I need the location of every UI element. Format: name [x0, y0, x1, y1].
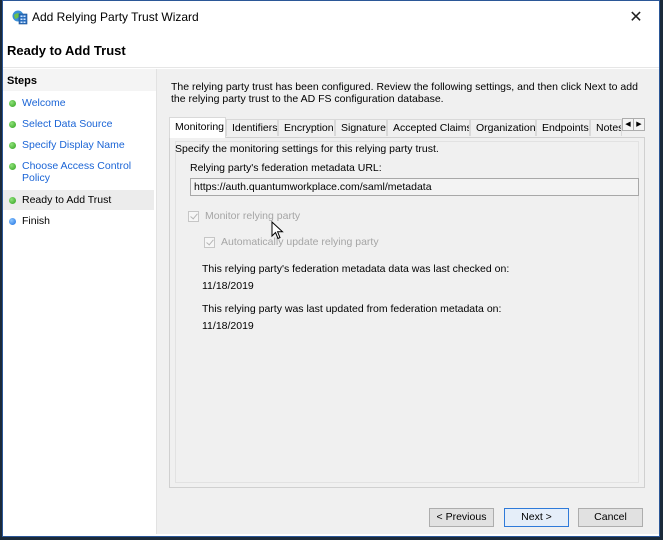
monitoring-description: Specify the monitoring settings for this… — [175, 143, 439, 155]
content-pane: The relying party trust has been configu… — [157, 69, 659, 534]
step-specify-display-name[interactable]: Specify Display Name — [3, 139, 154, 151]
last-updated-value: 11/18/2019 — [202, 320, 254, 332]
metadata-url-label: Relying party's federation metadata URL: — [190, 162, 382, 174]
tab-strip: Monitoring Identifiers Encryption Signat… — [169, 117, 645, 138]
checkbox-checked-icon — [204, 236, 215, 248]
previous-button[interactable]: < Previous — [429, 508, 494, 527]
arrow-right-icon: ▶ — [636, 121, 642, 128]
tab-monitoring[interactable]: Monitoring — [169, 117, 226, 138]
window-title: Add Relying Party Trust Wizard — [32, 10, 199, 24]
auto-update-label: Automatically update relying party — [221, 236, 379, 248]
tab-encryption[interactable]: Encryption — [278, 119, 335, 136]
step-choose-access-control-policy[interactable]: Choose Access Control Policy — [3, 160, 154, 184]
header-divider — [3, 67, 659, 68]
step-welcome[interactable]: Welcome — [3, 97, 154, 109]
tab-scroll-right-button[interactable]: ▶ — [633, 118, 645, 131]
settings-tabs: Monitoring Identifiers Encryption Signat… — [169, 117, 645, 488]
step-finish[interactable]: Finish — [3, 215, 154, 227]
step-label: Select Data Source — [22, 118, 113, 130]
adfs-app-icon — [12, 10, 28, 25]
metadata-url-field[interactable]: https://auth.quantumworkplace.com/saml/m… — [190, 178, 639, 196]
step-label: Choose Access Control Policy — [22, 160, 132, 184]
tab-identifiers[interactable]: Identifiers — [226, 119, 278, 136]
close-button[interactable]: ✕ — [613, 1, 659, 33]
tab-organization[interactable]: Organization — [470, 119, 536, 136]
steps-pane: Steps Welcome Select Data Source Specify… — [3, 69, 157, 534]
step-complete-icon — [9, 100, 16, 107]
last-checked-label: This relying party's federation metadata… — [202, 263, 510, 275]
step-pending-icon — [9, 218, 16, 225]
intro-text: The relying party trust has been configu… — [171, 81, 638, 105]
auto-update-checkbox[interactable]: Automatically update relying party — [204, 236, 379, 248]
step-ready-to-add-trust[interactable]: Ready to Add Trust — [3, 190, 154, 210]
tab-signature[interactable]: Signature — [335, 119, 387, 136]
last-updated-label: This relying party was last updated from… — [202, 303, 502, 315]
title-bar: Add Relying Party Trust Wizard ✕ — [3, 1, 659, 34]
step-label: Specify Display Name — [22, 139, 125, 151]
step-select-data-source[interactable]: Select Data Source — [3, 118, 154, 130]
step-complete-icon — [9, 163, 16, 170]
step-complete-icon — [9, 142, 16, 149]
step-label: Ready to Add Trust — [22, 194, 112, 206]
arrow-left-icon: ◀ — [625, 121, 631, 128]
next-button[interactable]: Next > — [504, 508, 569, 527]
close-icon: ✕ — [629, 9, 643, 26]
wizard-window: Add Relying Party Trust Wizard ✕ Ready t… — [2, 0, 660, 537]
page-title: Ready to Add Trust — [7, 43, 126, 58]
steps-heading: Steps — [3, 69, 156, 91]
step-label: Finish — [22, 215, 51, 227]
tab-notes[interactable]: Notes — [590, 119, 622, 136]
step-current-icon — [9, 197, 16, 204]
monitor-relying-party-label: Monitor relying party — [205, 210, 301, 222]
last-checked-value: 11/18/2019 — [202, 280, 254, 292]
monitoring-tab-panel: Specify the monitoring settings for this… — [169, 137, 645, 488]
tab-accepted-claims[interactable]: Accepted Claims — [387, 119, 470, 136]
tab-endpoints[interactable]: Endpoints — [536, 119, 590, 136]
step-label: Welcome — [22, 97, 66, 109]
page-header: Ready to Add Trust — [3, 34, 659, 66]
step-complete-icon — [9, 121, 16, 128]
mouse-cursor-icon — [271, 221, 284, 240]
checkbox-checked-icon — [188, 210, 199, 222]
cancel-button[interactable]: Cancel — [578, 508, 643, 527]
